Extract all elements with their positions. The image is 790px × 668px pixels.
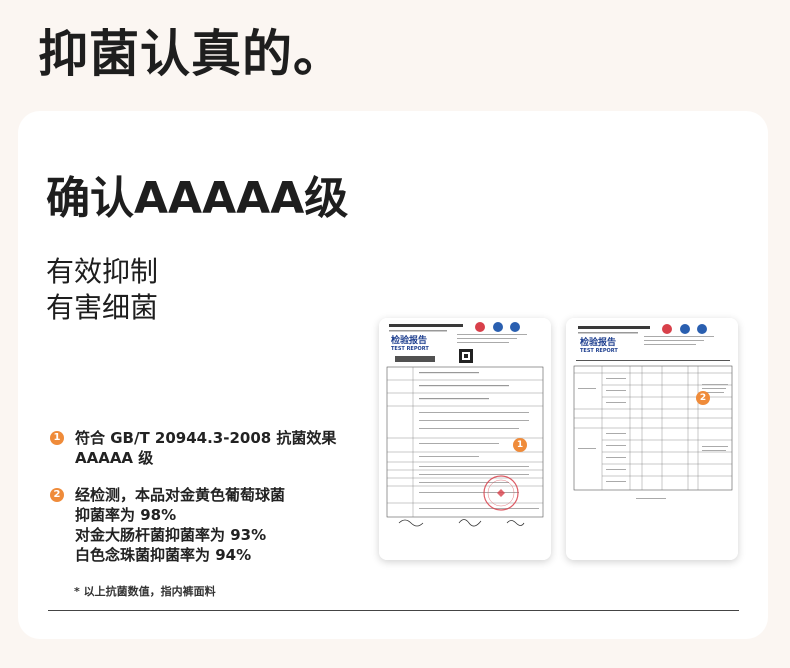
point-1-line-1: 符合 GB/T 20944.3-2008 抗菌效果 — [75, 429, 337, 447]
point-2-line-1: 经检测，本品对金黄色葡萄球菌 — [75, 486, 286, 504]
footnote: * 以上抗菌数值，指内裤面料 — [74, 585, 216, 598]
ilac-logo-icon — [493, 322, 503, 332]
cma-logo-icon — [475, 322, 485, 332]
point-1-line-2: AAAAA 级 — [75, 449, 154, 467]
report-1-subheading: TEST REPORT — [391, 346, 429, 352]
point-2: 2 经检测，本品对金黄色葡萄球菌 抑菌率为 98% 对金大肠杆菌抑菌率为 93%… — [50, 485, 350, 565]
number-badge-2: 2 — [50, 488, 64, 502]
ilac-logo-icon-2 — [680, 324, 690, 334]
claim-line-2: 有害细菌 — [46, 291, 159, 324]
point-2-line-3: 对金大肠杆菌抑菌率为 93% — [75, 526, 267, 544]
page-title: 抑菌认真的。 — [38, 25, 344, 83]
divider — [48, 610, 739, 611]
report-2-heading: 检验报告 — [580, 336, 616, 348]
report-2-subheading: TEST REPORT — [580, 348, 618, 354]
cnas-logo-icon-2 — [697, 324, 707, 334]
point-2-line-2: 抑菌率为 98% — [75, 506, 177, 524]
cma-logo-icon-2 — [662, 324, 672, 334]
report-2-badge: 2 — [696, 391, 710, 405]
cnas-logo-icon — [510, 322, 520, 332]
test-report-image-1: 检验报告 TEST REPORT 1 — [379, 318, 551, 560]
number-badge-1: 1 — [50, 431, 64, 445]
report-1-heading: 检验报告 — [391, 334, 427, 346]
point-1: 1 符合 GB/T 20944.3-2008 抗菌效果 AAAAA 级 — [50, 428, 350, 468]
level-title: 确认AAAAA级 — [46, 173, 349, 224]
point-2-line-4: 白色念珠菌抑菌率为 94% — [75, 546, 252, 564]
test-report-image-2: 检验报告 TEST REPORT 2 — [566, 318, 738, 560]
report-1-badge: 1 — [513, 438, 527, 452]
claim-line-1: 有效抑制 — [46, 255, 159, 288]
